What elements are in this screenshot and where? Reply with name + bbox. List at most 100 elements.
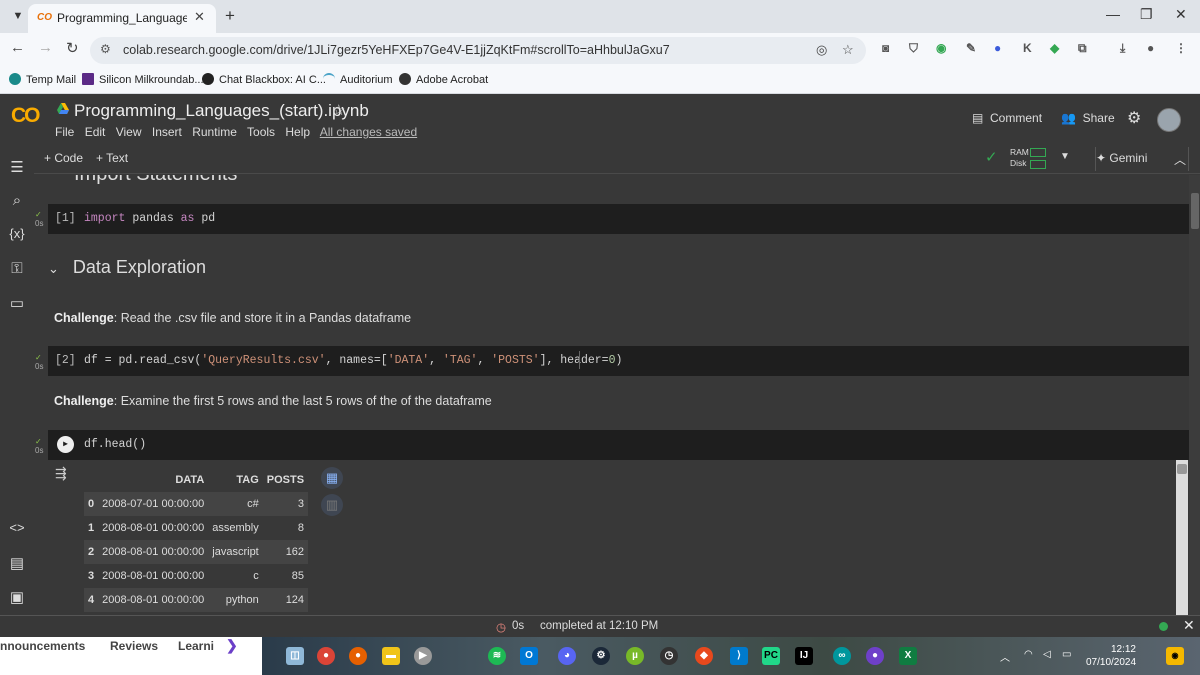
notification-badge-icon[interactable]: ◉ [1166, 647, 1184, 665]
excel-icon[interactable]: X [899, 647, 917, 665]
vscode-icon[interactable]: ⟩ [730, 647, 748, 665]
nav-learning[interactable]: Learni [178, 639, 220, 653]
gemini-button[interactable]: ✦ Gemini [1096, 151, 1147, 165]
scrollbar-thumb[interactable] [1177, 464, 1187, 474]
bookmark-item[interactable]: Silicon Milkroundab... [82, 73, 204, 86]
bookmark-item[interactable]: Temp Mail [9, 73, 76, 86]
k-extension-icon[interactable]: K [1023, 41, 1032, 55]
pen-extension-icon[interactable]: ✎ [966, 41, 976, 55]
chevron-down-icon[interactable]: ▼ [1060, 151, 1070, 162]
file-explorer-icon[interactable]: ▬ [382, 647, 400, 665]
terminal-icon[interactable]: ▣ [7, 588, 27, 606]
site-settings-icon[interactable]: ⚙ [100, 42, 111, 56]
address-bar[interactable]: ⚙ colab.research.google.com/drive/1JLi7g… [90, 37, 866, 64]
menu-edit[interactable]: Edit [85, 125, 106, 139]
browser-menu-icon[interactable]: ⋮ [1175, 41, 1187, 55]
add-code-button[interactable]: + Code [44, 151, 83, 165]
chart-icon[interactable]: ▥ [321, 494, 343, 516]
green-extension-icon[interactable]: ◆ [1050, 41, 1059, 55]
play-icon[interactable]: ▶ [57, 436, 74, 453]
tray-chevron-up-icon[interactable]: ︿ [1000, 649, 1010, 664]
notebook-title[interactable]: Programming_Languages_(start).ipynb [74, 101, 369, 121]
clock-app-icon[interactable]: ◷ [660, 647, 678, 665]
settings-icon[interactable]: ⚙ [1127, 108, 1141, 128]
taskbar-clock[interactable]: 12:12 07/10/2024 [1086, 643, 1136, 669]
section-header[interactable]: ⌄ Data Exploration [48, 257, 206, 278]
github-icon[interactable]: ● [866, 647, 884, 665]
code-cell-read-csv[interactable]: [2] df = pd.read_csv('QueryResults.csv',… [48, 346, 1189, 376]
output-scrollbar[interactable] [1176, 460, 1188, 615]
new-tab-plus-icon[interactable]: + [220, 6, 240, 26]
markdown-cell[interactable]: Challenge: Examine the first 5 rows and … [54, 394, 492, 408]
menu-insert[interactable]: Insert [152, 125, 182, 139]
markdown-cell[interactable]: Challenge: Read the .csv file and store … [54, 311, 411, 325]
avatar[interactable] [1157, 108, 1181, 132]
minimize-icon[interactable]: — [1106, 6, 1120, 22]
chevron-down-icon[interactable]: ⌄ [48, 261, 59, 276]
volume-icon[interactable]: ◁ [1043, 649, 1051, 660]
menu-help[interactable]: Help [285, 125, 310, 139]
discord-icon[interactable]: ◕ [558, 647, 576, 665]
eye-extension-icon[interactable]: ◉ [936, 41, 946, 55]
toc-icon[interactable]: ☰ [7, 158, 27, 176]
menu-tools[interactable]: Tools [247, 125, 275, 139]
output-actions-icon[interactable]: ⇶ [55, 465, 67, 482]
media-icon[interactable]: ▶ [414, 647, 432, 665]
wifi-icon[interactable]: ◠ [1024, 649, 1033, 660]
resource-monitor[interactable]: RAM Disk [1010, 147, 1029, 169]
reload-icon[interactable]: ↻ [66, 39, 79, 57]
download-icon[interactable]: ⤓ [1120, 41, 1125, 56]
key-icon[interactable]: ⚿ [7, 260, 27, 277]
scrollbar-thumb[interactable] [1191, 193, 1199, 229]
shield-extension-icon[interactable]: ⛉ [909, 41, 918, 56]
execution-time[interactable]: 0s [512, 620, 524, 632]
code-icon[interactable]: <> [7, 520, 27, 535]
star-icon[interactable]: ☆ [842, 42, 854, 58]
brave-icon[interactable]: ◆ [695, 647, 713, 665]
search-icon[interactable]: ⌕ [7, 192, 27, 209]
battery-icon[interactable]: ▭ [1062, 649, 1071, 660]
comment-button[interactable]: ▤ Comment [972, 111, 1042, 125]
notebook-scrollbar[interactable] [1189, 175, 1200, 615]
outlook-icon[interactable]: O [520, 647, 538, 665]
colab-logo[interactable]: CO [11, 104, 40, 128]
add-text-button[interactable]: + Text [96, 151, 128, 165]
restore-icon[interactable]: ❐ [1140, 6, 1153, 23]
tab-search-icon[interactable]: ▼ [8, 6, 28, 26]
camera-extension-icon[interactable]: ◙ [882, 41, 889, 55]
chevron-right-icon[interactable]: ❯ [226, 637, 238, 654]
nav-reviews[interactable]: Reviews [110, 639, 158, 653]
pycharm-icon[interactable]: PC [762, 647, 780, 665]
save-status[interactable]: All changes saved [320, 125, 417, 139]
close-icon[interactable]: ✕ [1183, 617, 1195, 634]
code-cell-head[interactable]: ▶ df.head() [48, 430, 1189, 460]
bookmark-item[interactable]: Chat Blackbox: AI C... [202, 73, 326, 86]
extensions-puzzle-icon[interactable]: ⧉ [1078, 41, 1087, 56]
table-icon[interactable]: ▦ [321, 467, 343, 489]
menu-file[interactable]: File [55, 125, 74, 139]
folder-icon[interactable]: ▭ [7, 294, 27, 312]
vpn-extension-icon[interactable]: ● [994, 41, 1001, 55]
drive-icon[interactable] [57, 103, 69, 115]
profile-avatar-icon[interactable]: ● [1147, 41, 1154, 55]
nav-announcements[interactable]: nnouncements [0, 639, 85, 653]
command-palette-icon[interactable]: ▤ [7, 554, 27, 572]
variables-icon[interactable]: {x} [7, 226, 27, 241]
menu-view[interactable]: View [116, 125, 142, 139]
share-button[interactable]: 👥 Share [1061, 111, 1115, 125]
firefox-icon[interactable]: ● [349, 647, 367, 665]
window-close-icon[interactable]: ✕ [1175, 6, 1187, 23]
spotify-icon[interactable]: ≋ [488, 647, 506, 665]
chrome-icon[interactable]: ● [317, 647, 335, 665]
steam-icon[interactable]: ⚙ [592, 647, 610, 665]
start-icon[interactable]: ◫ [286, 647, 304, 665]
utorrent-icon[interactable]: µ [626, 647, 644, 665]
star-icon[interactable]: ☆ [332, 101, 345, 119]
chevron-up-icon[interactable]: ︿ [1174, 151, 1186, 168]
bookmark-item[interactable]: Adobe Acrobat [399, 73, 488, 86]
back-icon[interactable]: ← [10, 39, 25, 56]
close-icon[interactable]: ✕ [194, 9, 205, 25]
forward-icon[interactable]: → [38, 39, 53, 56]
intellij-icon[interactable]: IJ [795, 647, 813, 665]
bookmark-item[interactable]: Auditorium [323, 73, 393, 86]
